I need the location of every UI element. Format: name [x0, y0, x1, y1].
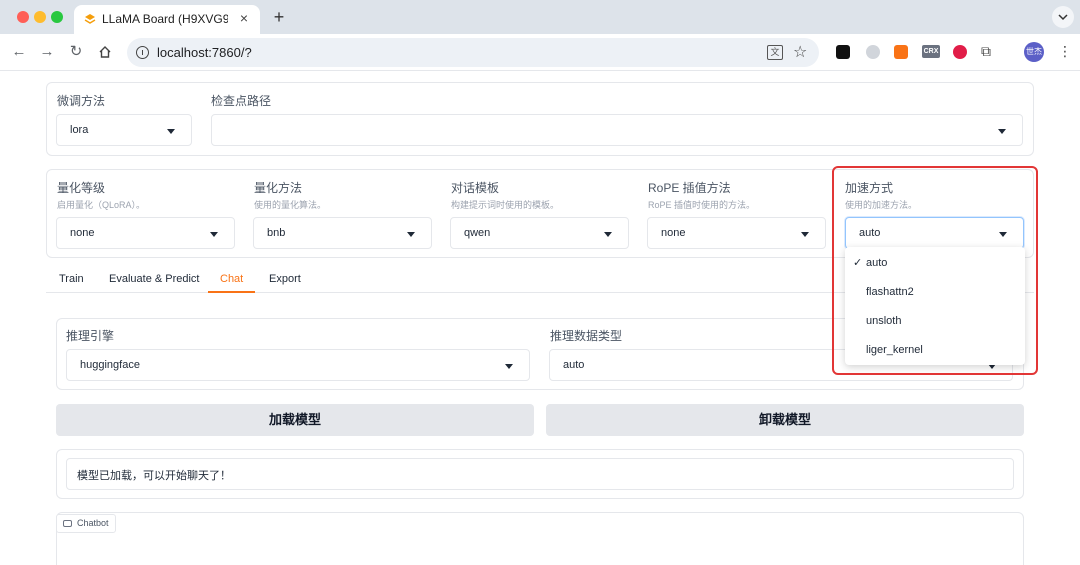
quant-bit-label: 量化等级 [57, 181, 106, 195]
caret-down-icon [801, 232, 809, 237]
quant-bit-hint: 启用量化（QLoRA）。 [57, 200, 146, 210]
tab-evaluate-predict[interactable]: Evaluate & Predict [109, 273, 200, 291]
tab-chat[interactable]: Chat [208, 273, 256, 293]
home-icon[interactable] [94, 41, 116, 63]
caret-down-icon [604, 232, 612, 237]
caret-down-icon [505, 364, 513, 369]
tab-title: LLaMA Board (H9XVG9TD99 [102, 12, 228, 26]
minimize-window-button[interactable] [34, 11, 46, 23]
option-label: flashattn2 [866, 286, 914, 298]
menu-kebab-icon[interactable]: ⋮ [1058, 43, 1072, 60]
caret-down-icon [167, 129, 175, 134]
option-label: liger_kernel [866, 344, 923, 356]
checkpoint-select[interactable] [211, 114, 1023, 146]
quant-method-value: bnb [267, 227, 286, 239]
crx-extension-icon[interactable]: CRX [922, 45, 940, 58]
rope-label: RoPE 插值方法 [648, 181, 731, 195]
booster-label: 加速方式 [845, 181, 894, 195]
check-icon: ✓ [853, 257, 863, 269]
infer-dtype-label: 推理数据类型 [550, 329, 623, 343]
rope-select[interactable]: none [647, 217, 826, 249]
chat-bubble-icon [63, 520, 72, 527]
infer-backend-select[interactable]: huggingface [66, 349, 530, 381]
address-bar[interactable]: localhost:7860/? 文 ☆ [127, 38, 819, 67]
maximize-window-button[interactable] [51, 11, 63, 23]
quant-bit-select[interactable]: none [56, 217, 235, 249]
load-model-button[interactable]: 加载模型 [56, 404, 534, 436]
tab-export[interactable]: Export [269, 273, 301, 291]
dropdown-option-unsloth[interactable]: unsloth [845, 307, 1025, 335]
booster-select[interactable]: auto [845, 217, 1024, 249]
caret-down-icon [999, 232, 1007, 237]
infer-backend-label: 推理引擎 [66, 329, 115, 343]
finetune-select[interactable]: lora [56, 114, 192, 146]
extensions-puzzle-icon[interactable]: ⧉ [981, 43, 991, 60]
option-label: unsloth [866, 315, 902, 327]
finetune-value: lora [70, 124, 89, 136]
template-hint: 构建提示词时使用的模板。 [451, 200, 560, 210]
finetune-label: 微调方法 [57, 94, 106, 108]
caret-down-icon [407, 232, 415, 237]
browser-tab-bar: LLaMA Board (H9XVG9TD99 × + [0, 0, 1080, 34]
rope-hint: RoPE 插值时使用的方法。 [648, 200, 756, 210]
booster-value: auto [859, 227, 881, 239]
favicon-icon [84, 14, 96, 24]
caret-down-icon [210, 232, 218, 237]
browser-toolbar: ← → ↻ localhost:7860/? 文 ☆ CRX ⧉ 世杰 ⋮ [0, 34, 1080, 71]
opera-extension-icon[interactable] [953, 45, 967, 59]
forward-arrow-icon[interactable]: → [36, 41, 58, 63]
quant-bit-value: none [70, 227, 95, 239]
chatbot-panel[interactable] [56, 512, 1024, 565]
template-select[interactable]: qwen [450, 217, 629, 249]
extension-icon[interactable] [894, 45, 908, 59]
reload-icon[interactable]: ↻ [65, 41, 87, 63]
infer-backend-value: huggingface [80, 359, 140, 371]
chatbot-label: Chatbot [77, 518, 109, 528]
quant-method-select[interactable]: bnb [253, 217, 432, 249]
quant-method-hint: 使用的量化算法。 [254, 200, 327, 210]
infer-dtype-value: auto [563, 359, 585, 371]
back-arrow-icon[interactable]: ← [8, 41, 30, 63]
profile-avatar[interactable]: 世杰 [1024, 42, 1044, 62]
extension-icon[interactable] [836, 45, 850, 59]
template-value: qwen [464, 227, 491, 239]
close-window-button[interactable] [17, 11, 29, 23]
caret-down-icon [998, 129, 1006, 134]
tab-close-icon[interactable]: × [236, 10, 252, 26]
bookmark-star-icon[interactable]: ☆ [793, 42, 807, 62]
booster-dropdown-menu: ✓ auto flashattn2 unsloth liger_kernel [845, 247, 1025, 365]
dropdown-option-auto[interactable]: ✓ auto [845, 249, 1025, 277]
chatbot-label-tag: Chatbot [56, 514, 116, 533]
chevron-down-icon [1058, 14, 1068, 21]
booster-hint: 使用的加速方法。 [845, 200, 918, 210]
tab-search-button[interactable] [1052, 6, 1074, 28]
browser-tab[interactable]: LLaMA Board (H9XVG9TD99 × [74, 5, 260, 34]
extension-icon[interactable] [866, 45, 880, 59]
dropdown-option-liger-kernel[interactable]: liger_kernel [845, 336, 1025, 364]
unload-model-button[interactable]: 卸载模型 [546, 404, 1024, 436]
rope-value: none [661, 227, 686, 239]
site-info-icon[interactable] [136, 46, 149, 59]
url-text: localhost:7860/? [157, 45, 252, 60]
quant-method-label: 量化方法 [254, 181, 303, 195]
new-tab-button[interactable]: + [268, 6, 290, 28]
template-label: 对话模板 [451, 181, 500, 195]
option-label: auto [866, 257, 888, 269]
translate-icon[interactable]: 文 [767, 45, 783, 60]
tab-train[interactable]: Train [59, 273, 84, 291]
info-text: 模型已加载，可以开始聊天了！ [77, 470, 231, 482]
dropdown-option-flashattn2[interactable]: flashattn2 [845, 278, 1025, 306]
info-textbox[interactable]: 模型已加载，可以开始聊天了！ [66, 458, 1014, 490]
checkpoint-label: 检查点路径 [211, 94, 272, 108]
